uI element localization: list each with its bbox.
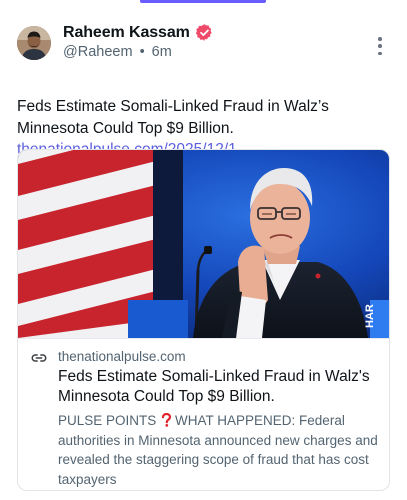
author-handle[interactable]: @Raheem (63, 44, 133, 60)
more-options-button[interactable] (370, 36, 390, 56)
author-meta: @Raheem • 6m (63, 44, 172, 60)
verified-badge-icon (195, 24, 212, 41)
active-tab-indicator (140, 0, 266, 3)
link-preview-card[interactable]: HAR thenationalpulse.com Feds Estimate S… (17, 149, 390, 491)
card-domain: thenationalpulse.com (58, 349, 186, 364)
card-body[interactable]: thenationalpulse.com Feds Estimate Somal… (18, 338, 389, 490)
more-vertical-icon (378, 37, 382, 55)
author-name[interactable]: Raheem Kassam (63, 23, 214, 42)
link-icon (31, 354, 47, 362)
author-name-text: Raheem Kassam (63, 23, 190, 41)
post-time[interactable]: 6m (152, 44, 172, 60)
card-photo: HAR (18, 150, 389, 338)
meta-separator: • (139, 44, 145, 60)
post[interactable]: Raheem Kassam @Raheem • 6m Feds Estimate… (0, 4, 407, 500)
red-question-mark-icon (161, 412, 172, 427)
avatar-photo (17, 26, 51, 60)
card-title[interactable]: Feds Estimate Somali-Linked Fraud in Wal… (58, 367, 380, 407)
svg-text:HAR: HAR (364, 304, 376, 328)
avatar[interactable] (17, 26, 51, 60)
card-description: PULSE POINTS WHAT HAPPENED: Federal auth… (58, 411, 380, 489)
post-text-body: Feds Estimate Somali-Linked Fraud in Wal… (17, 98, 329, 137)
card-description-prefix: PULSE POINTS (58, 413, 161, 428)
card-image[interactable]: HAR (18, 150, 389, 338)
